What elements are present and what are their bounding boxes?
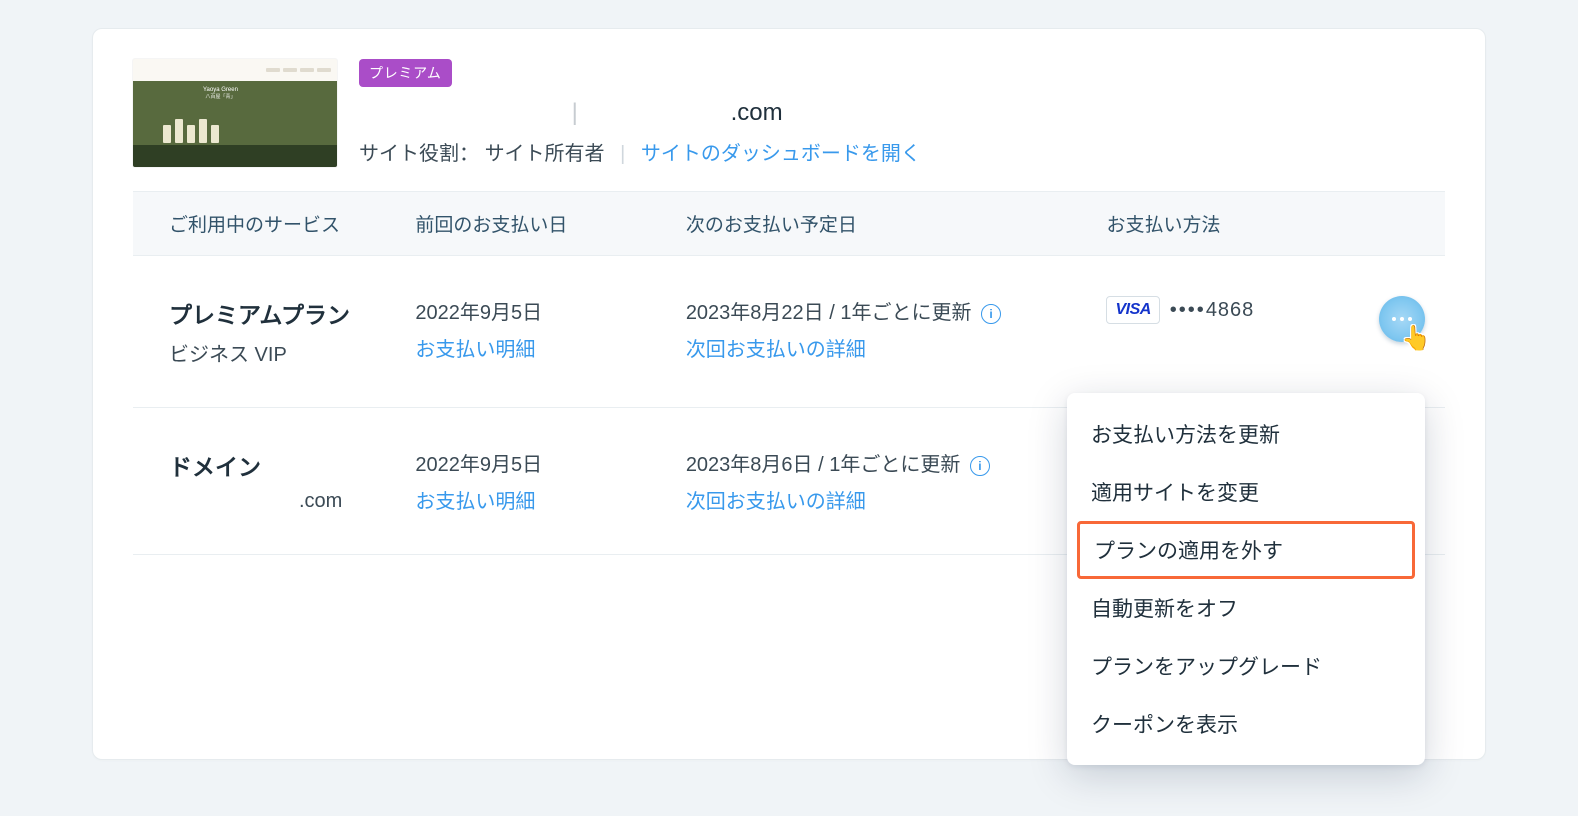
- last-payment-date: 2022年9月5日: [415, 448, 661, 477]
- next-payment-link[interactable]: 次回お支払いの詳細: [686, 485, 1083, 514]
- site-thumbnail[interactable]: Yaoya Green八百屋「青」: [133, 59, 337, 167]
- menu-remove-plan[interactable]: プランの適用を外す: [1077, 521, 1415, 579]
- cursor-icon: 👆: [1401, 324, 1431, 353]
- subscription-card: Yaoya Green八百屋「青」 プレミアム | .com サイト役割： サイ…: [92, 28, 1486, 760]
- col-pay-method: お支払い方法: [1094, 192, 1364, 256]
- service-subtitle: .com: [169, 490, 391, 513]
- actions-dropdown: お支払い方法を更新 適用サイトを変更 プランの適用を外す 自動更新をオフ プラン…: [1067, 393, 1425, 765]
- info-icon[interactable]: i: [970, 456, 990, 476]
- next-payment-link[interactable]: 次回お支払いの詳細: [686, 333, 1083, 362]
- card-last4: ••••4868: [1170, 299, 1255, 322]
- site-meta: プレミアム | .com サイト役割： サイト所有者 | サイトのダッシュボード…: [359, 59, 921, 166]
- open-dashboard-link[interactable]: サイトのダッシュボードを開く: [641, 143, 921, 165]
- card-brand-icon: VISA: [1106, 296, 1159, 324]
- next-payment-text: 2023年8月6日 / 1年ごとに更新 i: [686, 448, 1083, 477]
- role-label: サイト役割：: [359, 143, 479, 165]
- table-header-row: ご利用中のサービス 前回のお支払い日 次のお支払い予定日 お支払い方法: [133, 192, 1445, 256]
- menu-update-payment[interactable]: お支払い方法を更新: [1067, 405, 1425, 463]
- payment-details-link[interactable]: お支払い明細: [415, 333, 661, 362]
- col-next-payment: 次のお支払い予定日: [674, 192, 1095, 256]
- col-last-payment: 前回のお支払い日: [403, 192, 673, 256]
- col-service: ご利用中のサービス: [133, 192, 403, 256]
- role-value: サイト所有者: [485, 143, 605, 165]
- payment-method: VISA ••••4868: [1106, 296, 1352, 324]
- menu-auto-renew-off[interactable]: 自動更新をオフ: [1067, 579, 1425, 637]
- payment-details-link[interactable]: お支払い明細: [415, 485, 661, 514]
- table-row: プレミアムプラン ビジネス VIP 2022年9月5日 お支払い明細 2023年…: [133, 256, 1445, 408]
- info-icon[interactable]: i: [981, 304, 1001, 324]
- site-title-row: | .com: [359, 99, 921, 127]
- service-title: ドメイン: [169, 448, 391, 482]
- menu-upgrade-plan[interactable]: プランをアップグレード: [1067, 637, 1425, 695]
- more-actions-button[interactable]: 👆: [1379, 296, 1425, 342]
- service-subtitle: ビジネス VIP: [169, 338, 391, 367]
- service-title: プレミアムプラン: [169, 296, 391, 330]
- premium-badge: プレミアム: [359, 59, 452, 87]
- site-header: Yaoya Green八百屋「青」 プレミアム | .com サイト役割： サイ…: [93, 29, 1485, 191]
- menu-show-coupon[interactable]: クーポンを表示: [1067, 695, 1425, 753]
- role-row: サイト役割： サイト所有者 | サイトのダッシュボードを開く: [359, 137, 921, 166]
- menu-change-site[interactable]: 適用サイトを変更: [1067, 463, 1425, 521]
- next-payment-text: 2023年8月22日 / 1年ごとに更新 i: [686, 296, 1083, 325]
- last-payment-date: 2022年9月5日: [415, 296, 661, 325]
